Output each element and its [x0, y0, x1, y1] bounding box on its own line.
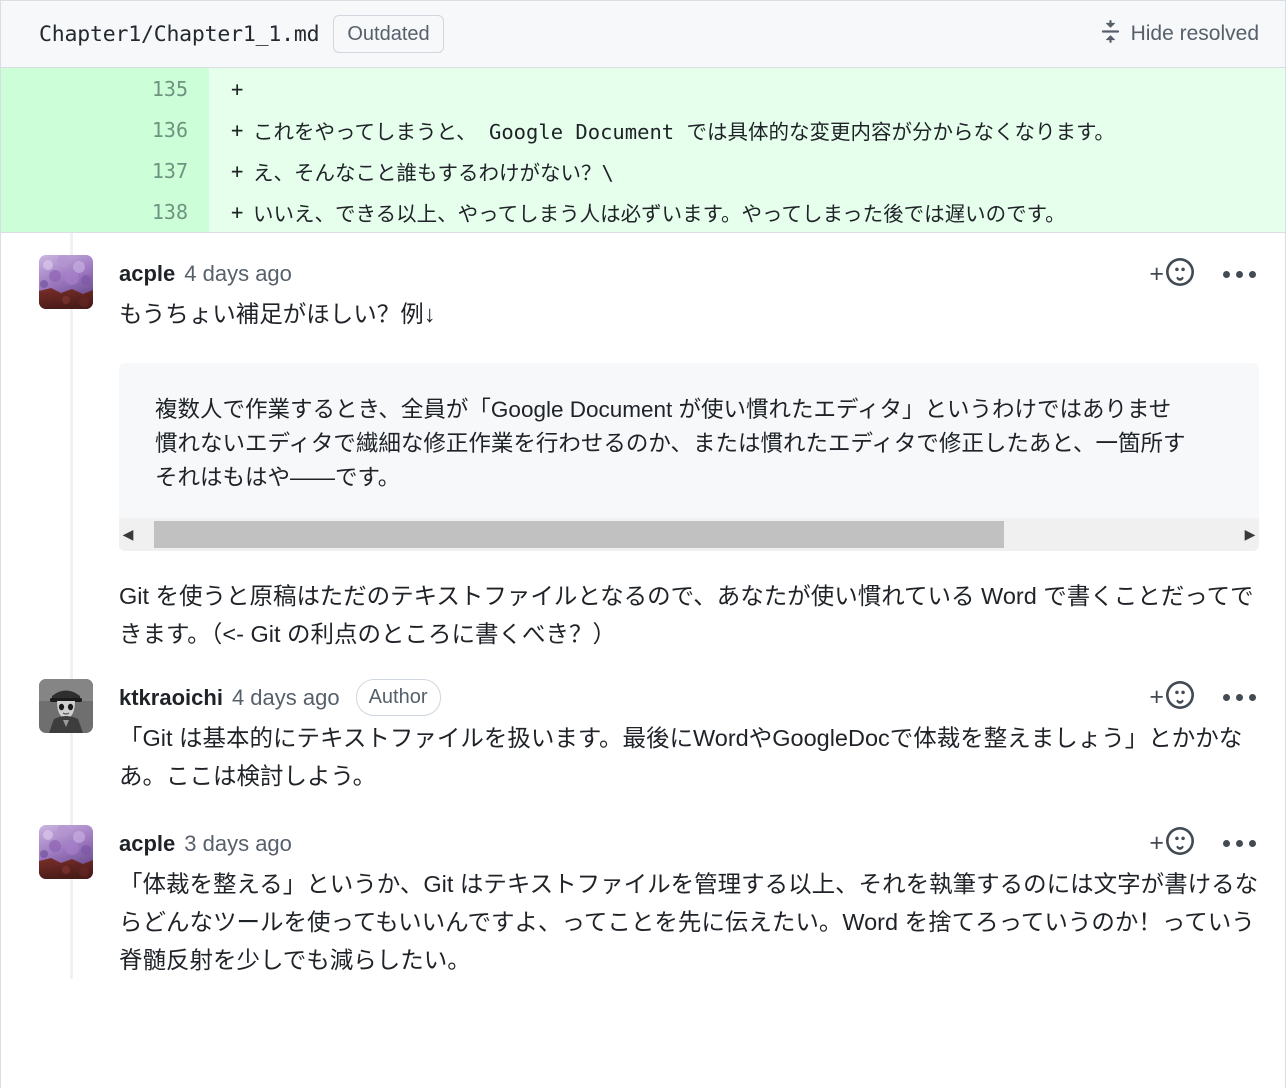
kebab-menu-icon[interactable]: [1220, 840, 1259, 848]
kebab-dot: [1236, 694, 1243, 702]
comment-main: acple 4 days ago + もうちょい補足がほしい？例↓ 複数人で作業…: [119, 255, 1259, 653]
kebab-dot: [1236, 270, 1243, 278]
diff-hunk: 135 + 136 + これをやってしまうと、 Google Document で…: [1, 68, 1285, 233]
kebab-dot: [1249, 840, 1256, 848]
comment-actions: +: [1149, 681, 1259, 714]
code-block-line: 慣れないエディタで繊細な修正作業を行わせるのか、または慣れたエディタで修正したあ…: [155, 431, 1186, 457]
comment-timestamp[interactable]: 4 days ago: [232, 685, 340, 711]
pull-request-file-comment-thread: Chapter1/Chapter1_1.md Outdated Hide res…: [0, 0, 1286, 1088]
comment-author[interactable]: acple: [119, 831, 175, 857]
plus-label: +: [1149, 683, 1164, 712]
file-header: Chapter1/Chapter1_1.md Outdated Hide res…: [1, 1, 1285, 68]
diff-line-number[interactable]: 138: [1, 191, 209, 232]
diff-line-text: これをやってしまうと、 Google Document では具体的な変更内容が分…: [253, 119, 1115, 144]
diff-line-content: + これをやってしまうと、 Google Document では具体的な変更内容が…: [209, 109, 1285, 150]
diff-row: 136 + これをやってしまうと、 Google Document では具体的な変…: [1, 109, 1285, 150]
avatar-acple[interactable]: [39, 255, 93, 309]
comment-main: ktkraoichi 4 days ago Author + 「Git は基本的…: [119, 679, 1259, 795]
code-block-line: 複数人で作業するとき、全員が「Google Document が使い慣れたエディ…: [155, 397, 1172, 423]
scroll-right-arrow-icon[interactable]: ▶: [1241, 527, 1259, 541]
diff-row: 137 + え、そんなこと誰もするわけがない？\: [1, 150, 1285, 191]
diff-row: 135 +: [1, 68, 1285, 109]
comment-timestamp[interactable]: 3 days ago: [184, 831, 292, 857]
author-badge: Author: [355, 679, 441, 717]
comment-author[interactable]: ktkraoichi: [119, 685, 223, 711]
plus-label: +: [1149, 259, 1164, 288]
avatar-acple[interactable]: [39, 824, 93, 879]
hide-resolved-label: Hide resolved: [1130, 22, 1259, 45]
scroll-left-arrow-icon[interactable]: ◀: [119, 527, 137, 541]
comment-body: もうちょい補足がほしい？例↓ 複数人で作業するとき、全員が「Google Doc…: [119, 293, 1259, 653]
plus-label: +: [1149, 829, 1164, 858]
diff-line-content: + え、そんなこと誰もするわけがない？\: [209, 150, 1285, 191]
comment-actions: +: [1149, 257, 1259, 291]
avatar-ktkraoichi[interactable]: [39, 678, 93, 733]
code-block: 複数人で作業するとき、全員が「Google Document が使い慣れたエディ…: [119, 363, 1259, 518]
comment-timestamp[interactable]: 4 days ago: [184, 261, 292, 287]
add-reaction-button[interactable]: +: [1149, 681, 1194, 714]
code-block-line: それはもはや――です。: [155, 465, 401, 491]
comment-body: 「体裁を整える」というか、Git はテキストファイルを管理する以上、それを執筆す…: [119, 863, 1259, 979]
diff-line-content: +: [209, 68, 1285, 109]
diff-line-content: + いいえ、できる以上、やってしまう人は必ずいます。やってしまった後では遅いのです…: [209, 191, 1285, 232]
smiley-icon: [1166, 257, 1194, 291]
comment-author[interactable]: acple: [119, 261, 175, 287]
diff-marker: +: [231, 76, 244, 101]
comment-header: ktkraoichi 4 days ago Author +: [119, 679, 1259, 717]
file-header-left: Chapter1/Chapter1_1.md Outdated: [39, 15, 1099, 53]
diff-marker: +: [231, 117, 244, 142]
diff-line-text: え、そんなこと誰もするわけがない？\: [253, 160, 614, 185]
comment-paragraph: 「Git は基本的にテキストファイルを扱います。最後にWordやGoogleDo…: [119, 724, 1243, 789]
kebab-dot: [1223, 694, 1230, 702]
scrollbar-track[interactable]: [137, 518, 1241, 551]
comment-paragraph: 「体裁を整える」というか、Git はテキストファイルを管理する以上、それを執筆す…: [119, 870, 1259, 973]
kebab-dot: [1249, 270, 1256, 278]
comment-paragraph: もうちょい補足がほしい？例↓: [119, 301, 436, 327]
hide-resolved-button[interactable]: Hide resolved: [1099, 20, 1259, 48]
diff-line-text: いいえ、できる以上、やってしまう人は必ずいます。やってしまった後では遅いのです。: [253, 201, 1066, 226]
comment-paragraph: Git を使うと原稿はただのテキストファイルとなるので、あなたが使い慣れている …: [119, 582, 1254, 647]
comment: acple 3 days ago + 「体裁を整える」というか、Git はテキス…: [1, 795, 1285, 979]
kebab-menu-icon[interactable]: [1220, 694, 1259, 702]
comment-main: acple 3 days ago + 「体裁を整える」というか、Git はテキス…: [119, 825, 1259, 979]
add-reaction-button[interactable]: +: [1149, 827, 1194, 860]
comment-header: acple 3 days ago +: [119, 825, 1259, 863]
comment-actions: +: [1149, 827, 1259, 860]
scrollbar-thumb[interactable]: [153, 520, 1004, 548]
kebab-dot: [1249, 694, 1256, 702]
smiley-icon: [1166, 827, 1194, 860]
code-block-container: 複数人で作業するとき、全員が「Google Document が使い慣れたエディ…: [119, 363, 1259, 551]
add-reaction-button[interactable]: +: [1149, 257, 1194, 291]
comment-header: acple 4 days ago +: [119, 255, 1259, 293]
kebab-dot: [1223, 270, 1230, 278]
comment-thread: acple 4 days ago + もうちょい補足がほしい？例↓ 複数人で作業…: [1, 233, 1285, 980]
diff-line-number[interactable]: 136: [1, 109, 209, 150]
comment: ktkraoichi 4 days ago Author + 「Git は基本的…: [1, 653, 1285, 795]
diff-line-number[interactable]: 135: [1, 68, 209, 109]
comment: acple 4 days ago + もうちょい補足がほしい？例↓ 複数人で作業…: [1, 233, 1285, 653]
diff-marker: +: [231, 158, 244, 183]
kebab-dot: [1223, 840, 1230, 848]
comment-body: 「Git は基本的にテキストファイルを扱います。最後にWordやGoogleDo…: [119, 717, 1259, 795]
diff-marker: +: [231, 199, 244, 224]
horizontal-scrollbar[interactable]: ◀ ▶: [119, 517, 1259, 551]
file-path[interactable]: Chapter1/Chapter1_1.md: [39, 22, 320, 47]
diff-row: 138 + いいえ、できる以上、やってしまう人は必ずいます。やってしまった後では遅…: [1, 191, 1285, 232]
outdated-badge: Outdated: [333, 15, 444, 53]
diff-line-number[interactable]: 137: [1, 150, 209, 191]
smiley-icon: [1166, 681, 1194, 714]
fold-icon: [1099, 20, 1122, 48]
kebab-dot: [1236, 840, 1243, 848]
kebab-menu-icon[interactable]: [1220, 270, 1259, 278]
